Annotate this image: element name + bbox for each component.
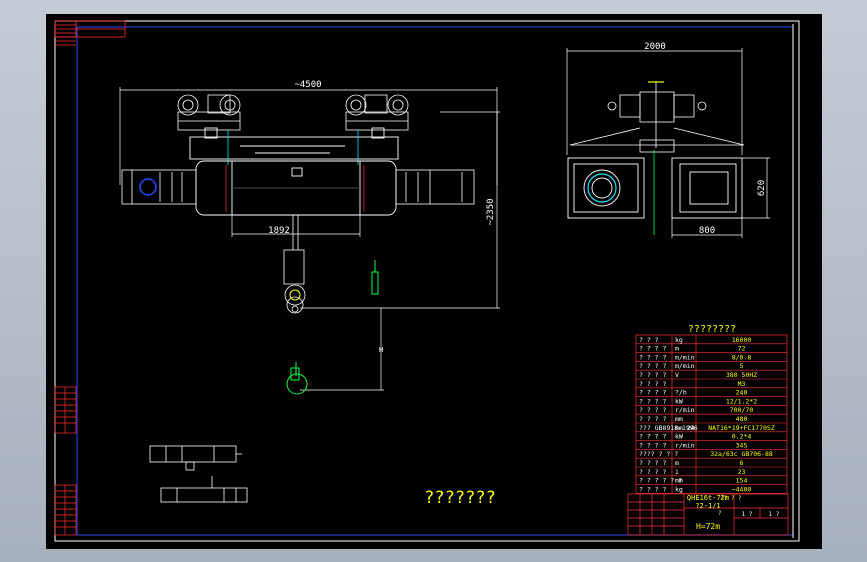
spec-row-value: 700/70 xyxy=(730,406,754,414)
spec-row-value: M3 xyxy=(738,380,746,388)
title-sheet-count: 1 ? xyxy=(742,511,753,518)
title-height: H=72m xyxy=(696,522,720,531)
cad-viewport: ~4500 1892 ~2350 H 2000 620 800 ??????? … xyxy=(46,14,822,549)
spec-row-value: 23 xyxy=(738,468,746,476)
spec-row-value: 345 xyxy=(736,441,748,449)
title-total-sheets: 1 ? xyxy=(769,511,780,518)
spec-row-label: ? ? ? ? xyxy=(639,433,666,441)
spec-row-unit: m/min xyxy=(675,353,695,361)
spec-row-label: ? ? ? ? xyxy=(639,468,666,476)
spec-row-unit: m xyxy=(675,345,679,353)
spec-row-unit: m/min xyxy=(675,362,695,370)
spec-row-value: 16000 xyxy=(732,336,752,344)
spec-row-value: 6 xyxy=(740,459,744,467)
spec-row-label: ? ? ? ? xyxy=(639,397,666,405)
spec-row-label: ? ? ? ? xyxy=(639,415,666,423)
spec-row-unit: mm 24 xyxy=(675,424,695,432)
spec-row-label: ? ? ? ? xyxy=(639,389,666,397)
dim-1892: 1892 xyxy=(268,226,290,236)
spec-row-value: ~4400 xyxy=(732,485,752,493)
spec-row-label: ? ? ? ? xyxy=(639,406,666,414)
dim-800: 800 xyxy=(699,226,715,236)
drawing-caption: ??????? xyxy=(424,488,496,508)
dim-height: ~2350 xyxy=(486,198,496,225)
spec-row-value: 380 50HZ xyxy=(726,371,757,379)
spec-row-unit: kW xyxy=(675,433,683,441)
model-space-background xyxy=(46,14,822,549)
spec-row-label: ? ? ? ? xyxy=(639,459,666,467)
title-scale-label: ?? ? ? xyxy=(720,495,742,502)
title-sheet: ? xyxy=(718,510,722,517)
spec-row-label: ? ? ? ? xyxy=(639,485,666,493)
spec-table-title: ???????? xyxy=(688,324,736,335)
spec-row-value: 154 xyxy=(736,477,748,485)
spec-row-value: 480 xyxy=(736,415,748,423)
dim-width-total: ~4500 xyxy=(294,80,321,90)
dim-span-side: 2000 xyxy=(644,42,666,52)
dim-620: 620 xyxy=(757,180,767,196)
spec-row-value: 0.2*4 xyxy=(732,433,752,441)
spec-row-value: 72 xyxy=(738,345,746,353)
spec-row-unit: mm xyxy=(675,477,683,485)
spec-row-unit: kg xyxy=(675,485,683,493)
spec-row-value: 240 xyxy=(736,389,748,397)
spec-row-label: ???? ? ? ? xyxy=(639,450,678,458)
spec-row-unit: r/min xyxy=(675,441,695,449)
spec-row-unit: ?/h xyxy=(675,389,687,397)
spec-row-value: 12/1.2*2 xyxy=(726,397,757,405)
spec-row-label: ? ? ? ? xyxy=(639,345,666,353)
spec-row-label: ? ? ? ? xyxy=(639,441,666,449)
spec-row-value: 5 xyxy=(740,362,744,370)
spec-row-unit: r/min xyxy=(675,406,695,414)
spec-row-label: ? ? ? ? xyxy=(639,380,666,388)
spec-row-unit: m xyxy=(675,459,679,467)
spec-row-value: NAT16*19+FC1770SZ xyxy=(708,424,775,432)
spec-row-value: 8/0.8 xyxy=(732,353,752,361)
spec-row-unit: V xyxy=(675,371,679,379)
spec-row-unit: kW xyxy=(675,397,683,405)
spec-row-label: ? ? ? ? xyxy=(639,371,666,379)
spec-row-label: ? ? ? ? xyxy=(639,353,666,361)
spec-row-unit: mm xyxy=(675,415,683,423)
spec-row-value: 32a/63c GB706-88 xyxy=(710,450,773,458)
spec-row-unit: kg xyxy=(675,336,683,344)
spec-row-label: ? ? ? ? xyxy=(639,362,666,370)
dim-h-marker: H xyxy=(379,346,383,354)
spec-row-label: ? ? ? xyxy=(639,336,659,344)
title-scale: ?2-1/1 xyxy=(695,502,720,510)
spec-row-unit: i xyxy=(675,468,679,476)
